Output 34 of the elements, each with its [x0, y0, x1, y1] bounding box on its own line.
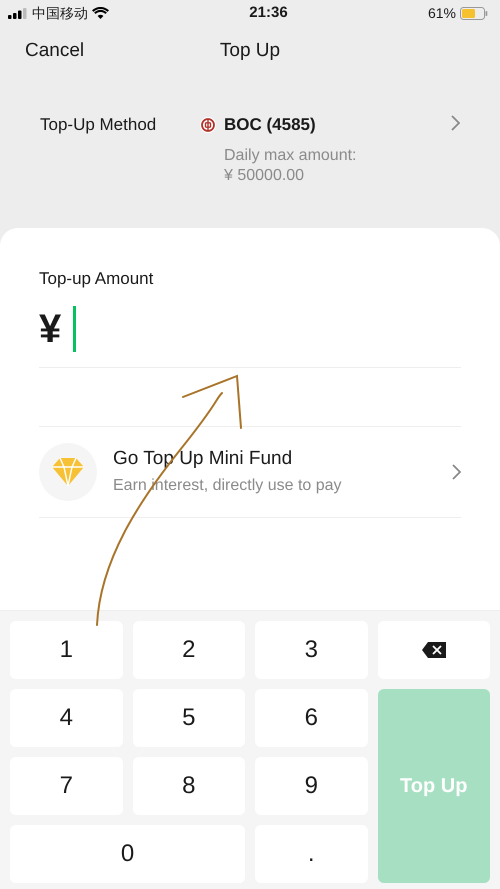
keypad-key[interactable]: 6: [255, 689, 368, 747]
cancel-link[interactable]: Cancel: [25, 36, 84, 66]
backspace-icon: [422, 642, 446, 658]
amount-label: Top-up Amount: [39, 268, 154, 290]
bank-name: BOC (4585): [224, 114, 316, 136]
limit-value: ¥ 50000.00: [224, 166, 306, 186]
keypad-key[interactable]: .: [255, 825, 368, 883]
fund-subtitle: Earn interest, directly use to pay: [113, 476, 343, 496]
wifi-icon: [92, 7, 109, 19]
keypad-key[interactable]: 4: [10, 689, 122, 747]
carrier-name: 中国移动: [32, 4, 88, 22]
keypad-key[interactable]: 5: [132, 689, 245, 747]
battery-icon: [460, 6, 488, 20]
keypad-key[interactable]: 1: [10, 621, 122, 679]
limit-label: Daily max amount:: [224, 146, 358, 166]
keypad-key[interactable]: 3: [255, 621, 368, 679]
diamond-icon: [52, 458, 84, 486]
chevron-right-icon: [452, 464, 461, 480]
amount-input-field[interactable]: [73, 306, 76, 352]
status-time: 21:36: [249, 2, 288, 23]
chevron-right-icon: [451, 115, 460, 131]
page-title: Top Up: [220, 40, 280, 61]
keypad-key[interactable]: 2: [132, 621, 245, 679]
payment-method-row[interactable]: Top-Up Method BOC (4585) Daily max amount: ¥ 50000.00: [0, 76, 500, 228]
signal-icon: [8, 8, 28, 18]
keypad-key[interactable]: 0: [10, 825, 245, 883]
battery-percent: 61%: [428, 4, 456, 22]
keypad-key[interactable]: 8: [132, 757, 245, 815]
currency-symbol: ¥: [39, 306, 62, 353]
keypad-key[interactable]: 9: [255, 757, 368, 815]
bank-logo-icon: [200, 116, 216, 133]
backspace-key[interactable]: [378, 621, 490, 679]
method-label: Top-Up Method: [40, 114, 158, 136]
keypad-key[interactable]: 7: [10, 757, 122, 815]
